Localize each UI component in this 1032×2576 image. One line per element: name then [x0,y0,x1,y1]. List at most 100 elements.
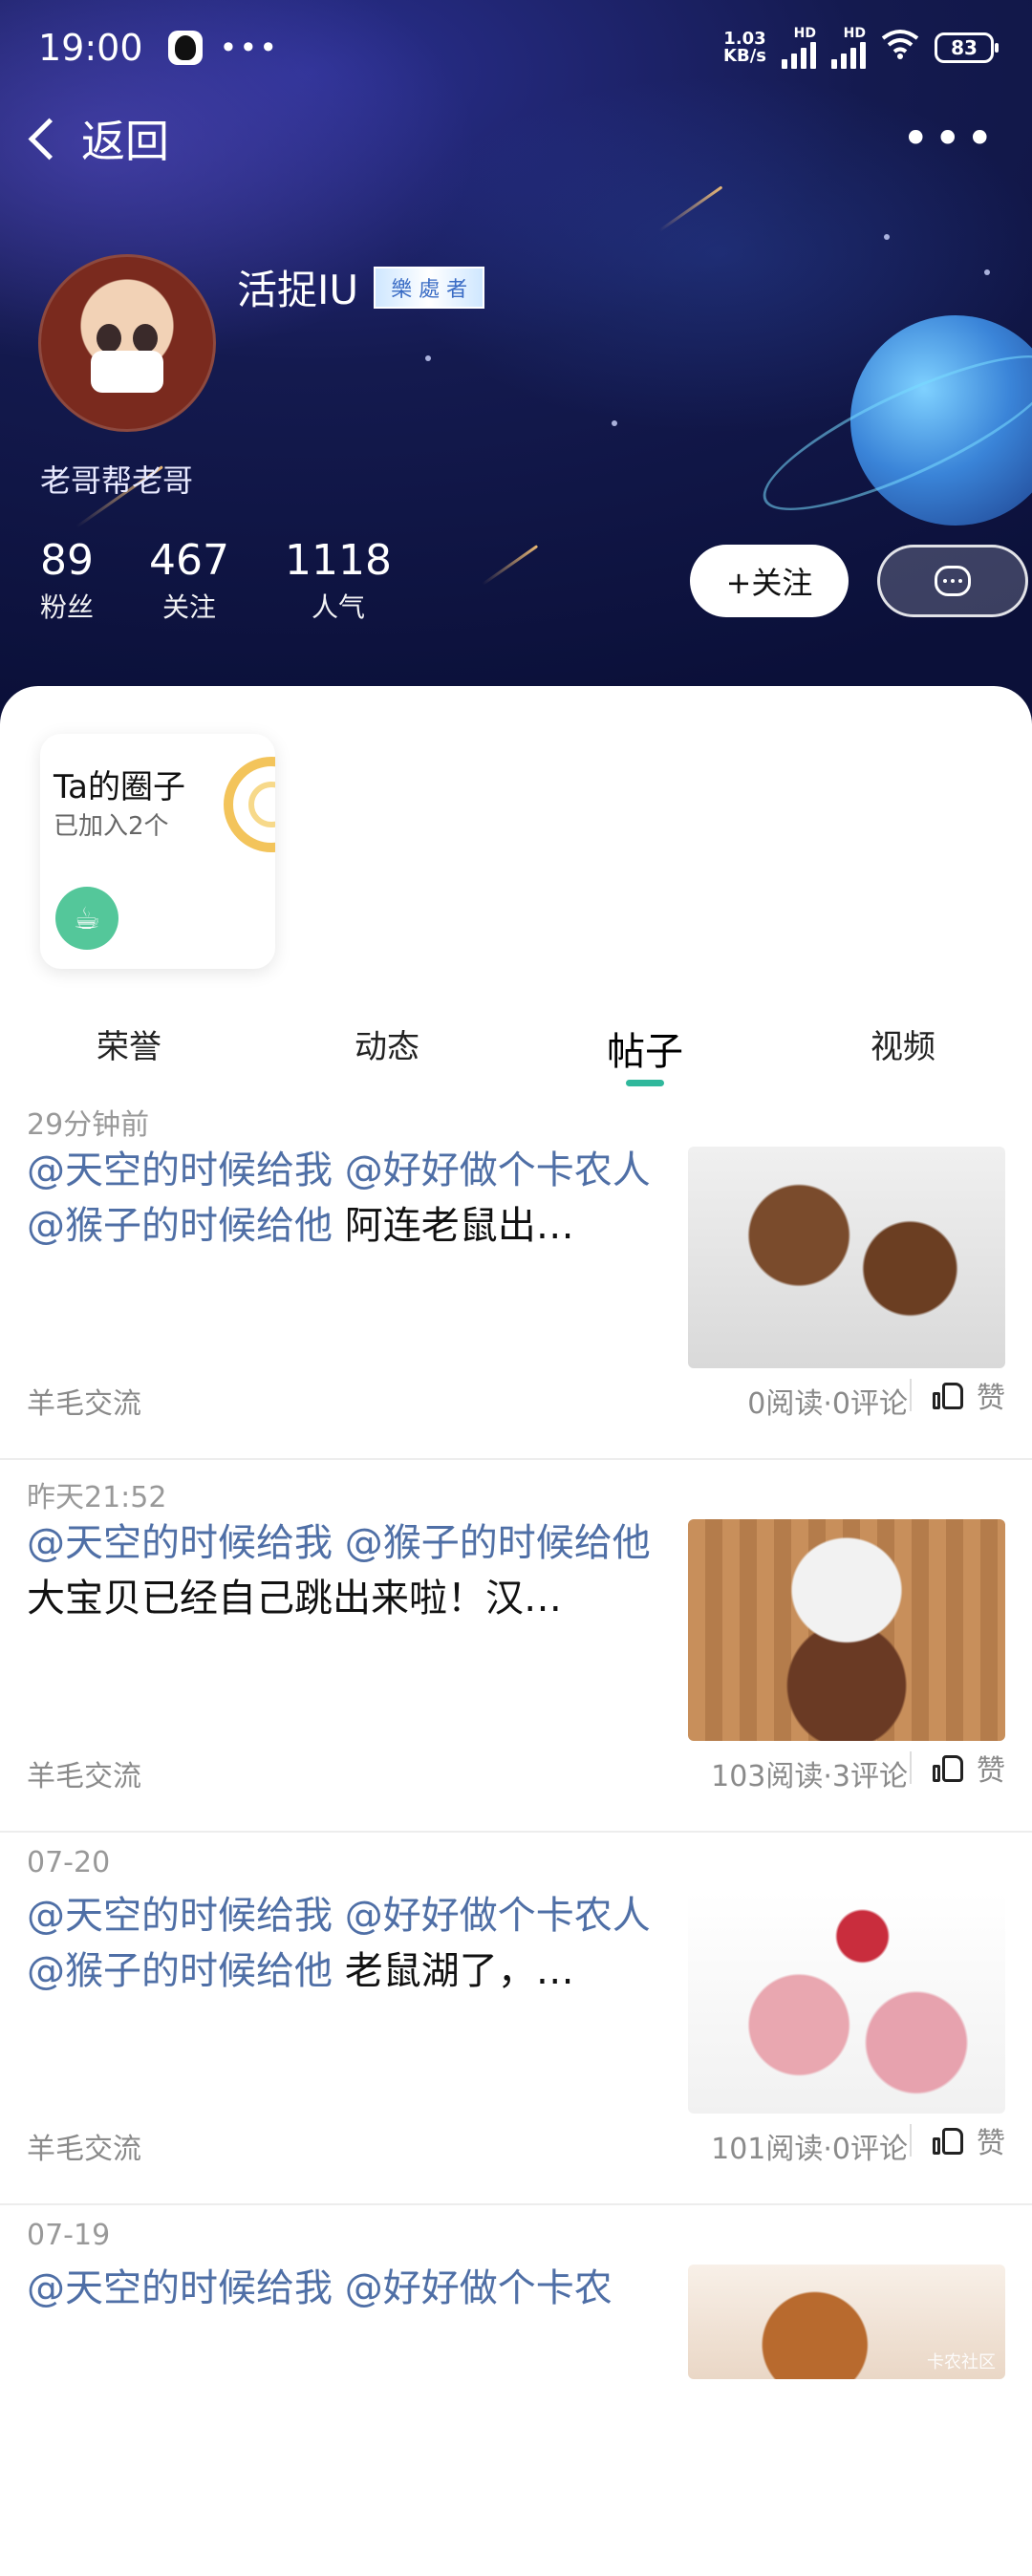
status-indicators: 1.03 KB/s HD HD 83 [723,27,999,69]
post-time: 昨天21:52 [27,1481,167,1514]
post-tag[interactable]: 羊毛交流 [27,2125,141,2167]
circle-ring-decoration [224,757,275,852]
post-text: @天空的时候给我 @好好做个卡农 [27,2261,677,2316]
post-tag[interactable]: 羊毛交流 [27,1752,141,1794]
profile-tabs: 荣誉 动态 帖子 视频 [0,992,1032,1087]
signal-icon [831,40,866,69]
tab-label: 动态 [355,1028,419,1066]
top-nav: 返回 ••• [0,105,1032,172]
network-speed: 1.03 KB/s [723,31,766,65]
message-button[interactable] [877,545,1028,617]
user-badge[interactable]: 樂 處 者 [374,266,485,309]
status-bar: 19:00 ••• 1.03 KB/s HD HD 83 [0,0,1032,96]
post-tag[interactable]: 羊毛交流 [27,1380,141,1422]
battery-icon: 83 [935,32,999,63]
post-item[interactable]: 昨天21:52 @天空的时候给我 @猴子的时候给他 大宝贝已经自己跳出来啦！汉…… [0,1460,1032,1833]
coffee-cup-icon: ☕ [55,887,118,950]
cellular-signal-1: HD [782,27,816,69]
divider [910,1379,912,1411]
stat-value: 89 [40,536,94,585]
avatar-eye [97,324,121,353]
stat-fans[interactable]: 89 粉丝 [40,535,94,625]
like-button[interactable]: 赞 [910,1374,1005,1416]
post-thumbnail[interactable] [688,1519,1005,1741]
tab-label: 视频 [871,1028,935,1066]
post-stats: 103阅读·3评论 [711,1760,908,1793]
tab-posts[interactable]: 帖子 [516,992,774,1087]
profile-stats: 89 粉丝 467 关注 1118 人气 [40,535,392,625]
post-body: 大宝贝已经自己跳出来啦！汉… [27,1577,562,1621]
post-mentions[interactable]: @天空的时候给我 @好好做个卡农 [27,2266,613,2310]
battery-level: 83 [951,36,978,59]
circle-card-subtitle: 已加入2个 [54,812,169,841]
post-item[interactable]: 29分钟前 @天空的时候给我 @好好做个卡农人 @猴子的时候给他 阿连老鼠出… … [0,1087,1032,1460]
like-label: 赞 [977,2127,1005,2160]
post-thumbnail[interactable] [688,1147,1005,1368]
like-button[interactable]: 赞 [910,2119,1005,2161]
post-mentions[interactable]: @天空的时候给我 @猴子的时候给他 [27,1521,651,1565]
back-arrow-icon[interactable] [28,118,71,160]
stat-value: 1118 [285,536,392,585]
post-text: @天空的时候给我 @好好做个卡农人 @猴子的时候给他 老鼠湖了，… [27,1888,677,1999]
post-stats: 101阅读·0评论 [711,2133,908,2166]
qq-notification-icon [167,31,203,65]
star-decoration [984,269,990,275]
star-decoration [884,234,890,240]
profile-header: 19:00 ••• 1.03 KB/s HD HD 83 返回 ••• 活捉IU… [0,0,1032,726]
network-speed-unit: KB/s [723,46,766,66]
chat-bubble-icon [935,566,971,596]
post-time: 29分钟前 [27,1108,150,1142]
signal-icon [782,40,816,69]
stat-value: 467 [149,536,229,585]
follow-button[interactable]: +关注 [690,545,849,617]
stat-popularity[interactable]: 1118 人气 [285,535,392,625]
wifi-icon [881,29,919,68]
avatar-mask [91,351,163,393]
post-item[interactable]: 07-19 @天空的时候给我 @好好做个卡农 卡农社区 [0,2205,1032,2576]
stat-following[interactable]: 467 关注 [149,535,229,625]
post-time: 07-20 [27,1846,111,1879]
tab-honors[interactable]: 荣誉 [0,992,258,1087]
post-time: 07-19 [27,2219,111,2252]
post-list: 29分钟前 @天空的时候给我 @好好做个卡农人 @猴子的时候给他 阿连老鼠出… … [0,1087,1032,2576]
back-button[interactable]: 返回 [81,107,169,170]
user-bio: 老哥帮老哥 [40,462,194,499]
post-text: @天空的时候给我 @好好做个卡农人 @猴子的时候给他 阿连老鼠出… [27,1143,677,1254]
more-notifications-icon: ••• [219,30,280,66]
avatar[interactable] [38,254,216,432]
tab-videos[interactable]: 视频 [774,992,1032,1087]
username: 活捉IU [237,267,359,313]
circle-card-title: Ta的圈子 [54,768,185,806]
profile-content: Ta的圈子 已加入2个 ☕ 荣誉 动态 帖子 视频 29分钟前 @天空的时候给我… [0,686,1032,2379]
like-button[interactable]: 赞 [910,1747,1005,1789]
status-time: 19:00 [38,27,143,69]
post-thumbnail[interactable] [688,1892,1005,2114]
post-body: 阿连老鼠出… [344,1204,574,1248]
like-label: 赞 [977,1754,1005,1788]
signal-label: HD [793,26,816,41]
divider [910,2124,912,2157]
watermark: 卡农社区 [927,2352,996,2372]
tab-label: 荣誉 [97,1028,161,1066]
thumbs-up-icon [933,1753,965,1782]
circle-card[interactable]: Ta的圈子 已加入2个 ☕ [40,734,275,969]
post-stats: 0阅读·0评论 [747,1387,908,1421]
divider [910,1751,912,1784]
cellular-signal-2: HD [831,27,866,69]
stat-label: 粉丝 [40,591,95,623]
thumbs-up-icon [933,1381,965,1409]
thumbs-up-icon [933,2126,965,2155]
post-text: @天空的时候给我 @猴子的时候给他 大宝贝已经自己跳出来啦！汉… [27,1515,677,1626]
more-options-icon[interactable]: ••• [902,115,998,162]
like-label: 赞 [977,1382,1005,1415]
tab-label: 帖子 [607,1030,683,1074]
tab-activity[interactable]: 动态 [258,992,516,1087]
username-row: 活捉IU 樂 處 者 [237,258,485,316]
stat-label: 关注 [162,591,217,623]
post-body: 老鼠湖了，… [344,1949,574,1993]
post-thumbnail[interactable]: 卡农社区 [688,2265,1005,2379]
post-item[interactable]: 07-20 @天空的时候给我 @好好做个卡农人 @猴子的时候给他 老鼠湖了，… … [0,1833,1032,2205]
star-decoration [425,355,431,361]
stat-label: 人气 [311,591,365,623]
avatar-eye [133,324,158,353]
